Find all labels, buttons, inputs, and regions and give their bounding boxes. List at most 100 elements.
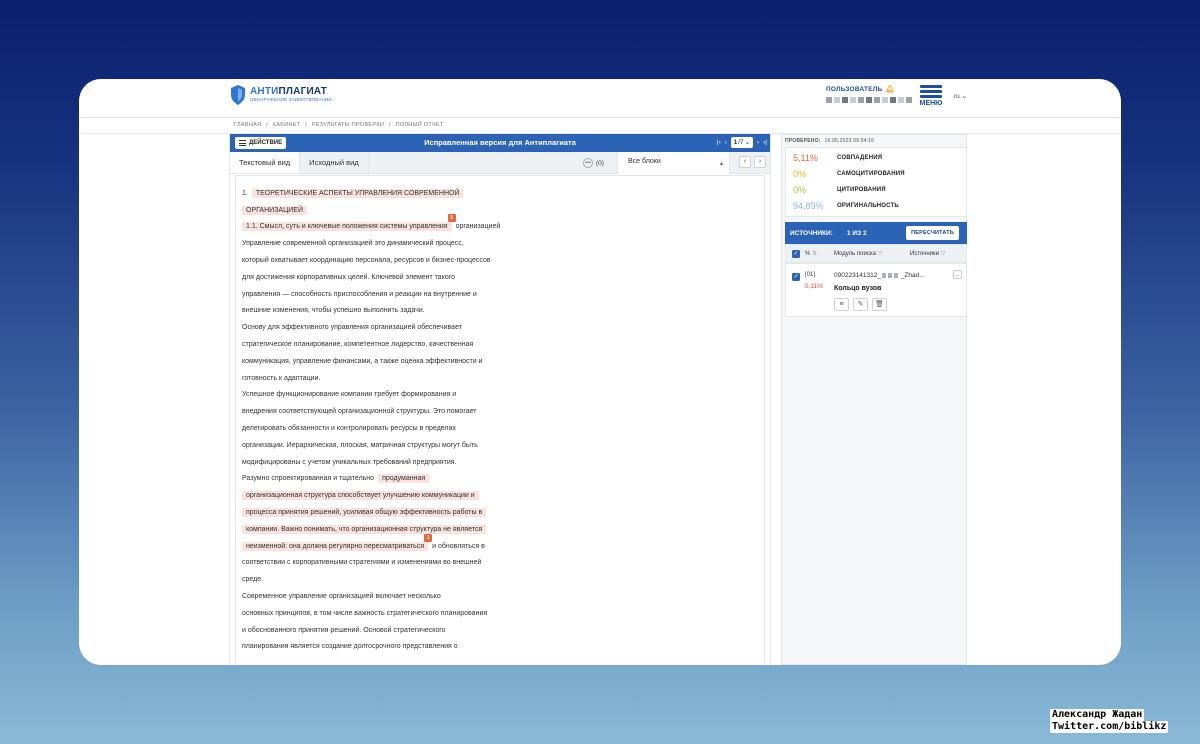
logo-text-b: ПЛАГИАТ [278, 86, 328, 98]
bell-icon[interactable]: 🔔︎ [885, 85, 894, 93]
col-sources[interactable]: Источники ▽ [910, 250, 945, 257]
hamburger-icon [919, 85, 943, 98]
plain-text: который охватывает координацию персонала… [242, 257, 491, 265]
first-page-icon[interactable]: |‹ [717, 139, 721, 146]
source-checkbox[interactable]: ✓ [792, 273, 800, 281]
stat-label: ОРИГИНАЛЬНОСТЬ [837, 203, 899, 209]
app-window: АНТИПЛАГИАТ ОБНАРУЖЕНИЕ ЗАИМСТВОВАНИЙ ПО… [79, 79, 1121, 665]
caret-up-icon: ▴ [719, 161, 723, 167]
col-percent-label: % [805, 251, 811, 257]
plain-text: планирования является создание долгосроч… [242, 643, 458, 651]
checked-label: ПРОВЕРЕНО: [785, 138, 821, 144]
next-page-icon[interactable]: › [757, 139, 759, 146]
tab-label: Текстовый вид [239, 158, 291, 167]
view-document-icon[interactable]: ≡ [834, 298, 849, 311]
page-navigator: |‹ ‹ 1/7 ⌄ › ›| [717, 137, 767, 148]
stat-matches: 5,11% СОВПАДЕНИЯ [793, 153, 882, 163]
last-page-icon[interactable]: ›| [763, 139, 767, 146]
highlighted-match[interactable]: компании. Важно понимать, что организаци… [242, 524, 487, 534]
document-toolbar: ДЕЙСТВИЕ Исправленная версия для Антипла… [230, 134, 770, 152]
breadcrumb-results[interactable]: РЕЗУЛЬТАТЫ ПРОВЕРКИ [312, 122, 384, 128]
source-marker[interactable]: 1 [447, 214, 456, 223]
blocks-value: Все блоки [628, 158, 661, 165]
highlighted-match[interactable]: неизменной: она должна регулярно пересма… [242, 533, 433, 551]
document-line: для достижения корпоративных целей. Ключ… [242, 269, 500, 286]
highlighted-match[interactable]: продуманная [378, 474, 430, 484]
delete-icon[interactable]: 🗑︎ [872, 298, 887, 311]
stat-label: САМОЦИТИРОВАНИЯ [837, 171, 905, 177]
col-module[interactable]: Модуль поиска ▽ [834, 250, 882, 257]
source-row[interactable]: ✓ [01] 5,11% 090223141312_ _Zhad... Коль… [785, 263, 967, 317]
source-percent: 5,11% [805, 283, 823, 290]
stat-citation: 0% ЦИТИРОВАНИЯ [793, 185, 886, 195]
plain-text: стратегическое планирование, компетентно… [242, 341, 474, 349]
match-text: компании. Важно понимать, что организаци… [246, 525, 483, 533]
menu-label: МЕНЮ [919, 99, 943, 107]
highlighted-match[interactable]: ОРГАНИЗАЦИЕЙ [242, 205, 307, 215]
document-line: управления — способность приспособления … [242, 286, 500, 303]
document-text: 1. ТЕОРЕТИЧЕСКИЕ АСПЕКТЫ УПРАВЛЕНИЯ СОВРЕ… [235, 175, 765, 665]
plain-text: и обоснованного принятия решений. Осново… [242, 626, 446, 634]
highlighted-match[interactable]: ТЕОРЕТИЧЕСКИЕ АСПЕКТЫ УПРАВЛЕНИЯ СОВРЕМЕ… [251, 188, 464, 198]
chevron-down-icon: ⌄ [744, 140, 750, 146]
breadcrumb-separator: / [266, 122, 268, 128]
logo[interactable]: АНТИПЛАГИАТ ОБНАРУЖЕНИЕ ЗАИМСТВОВАНИЙ [231, 85, 332, 105]
document-lines: 1. ТЕОРЕТИЧЕСКИЕ АСПЕКТЫ УПРАВЛЕНИЯ СОВРЕ… [242, 185, 500, 655]
source-name[interactable]: 090223141312_ _Zhad... [834, 272, 925, 279]
comment-icon: ••• [583, 158, 593, 168]
edit-icon[interactable]: ✎ [853, 298, 868, 311]
user-menu[interactable]: ПОЛЬЗОВАТЕЛЬ 🔔︎ [826, 85, 912, 103]
prev-page-icon[interactable]: ‹ [725, 139, 727, 146]
divider [79, 117, 1121, 118]
match-text: продуманная [382, 475, 426, 483]
next-match-icon[interactable]: › [754, 156, 766, 168]
source-prefix: 090223141312_ [834, 272, 881, 279]
match-text: ТЕОРЕТИЧЕСКИЕ АСПЕКТЫ УПРАВЛЕНИЯ СОВРЕМЕ… [255, 189, 460, 197]
col-sources-label: Источники [910, 251, 939, 257]
document-line: внедрения соответствующей организационно… [242, 403, 500, 420]
col-percent[interactable]: % ⇅ [805, 250, 817, 257]
page-select[interactable]: 1/7 ⌄ [730, 137, 753, 148]
comments-button[interactable]: ••• (0) [583, 158, 604, 168]
shield-logo-icon [231, 85, 245, 105]
plain-text: внедрения соответствующей организационно… [242, 408, 477, 416]
highlighted-match[interactable]: 1.1. Смысл, суть и ключевые положения си… [242, 214, 456, 232]
document-line: соответствии с корпоративными стратегиям… [242, 555, 500, 572]
logo-text-a: АНТИ [250, 86, 279, 98]
prev-match-icon[interactable]: ‹ [739, 156, 751, 168]
tab-source-view[interactable]: Исходный вид [300, 152, 369, 173]
report-panel: ПРОВЕРЕНО: 16.05.2023 09:54:16 5,11% СОВПА… [781, 134, 967, 665]
highlighted-match[interactable]: процесса принятия решений, усиливая общу… [242, 508, 487, 518]
plain-text: Управление современной организацией это … [242, 240, 464, 248]
checked-date: 16.05.2023 09:54:16 [824, 138, 875, 144]
stat-label: ЦИТИРОВАНИЯ [837, 187, 886, 193]
document-line: Основу для эффективного управления орган… [242, 319, 500, 336]
recalculate-button[interactable]: ПЕРЕСЧИТАТЬ [906, 226, 959, 240]
source-marker[interactable]: 1 [424, 533, 433, 542]
highlighted-match[interactable]: организационная структура способствует у… [242, 491, 479, 501]
document-title: Исправленная версия для Антиплагиата [424, 138, 576, 147]
plain-text: соответствии с корпоративными стратегиям… [242, 559, 482, 567]
language-select[interactable]: ru ⌄ [954, 92, 967, 100]
plain-text: 1. [242, 189, 248, 197]
stat-label: СОВПАДЕНИЯ [837, 155, 883, 161]
plain-text: Современное управление организацией вклю… [242, 593, 441, 601]
chevron-down-icon[interactable]: ⌄ [953, 270, 962, 279]
blocks-dropdown[interactable]: Все блоки ▴ [617, 152, 730, 174]
breadcrumb-full-report: ПОЛНЫЙ ОТЧЕТ [395, 122, 444, 128]
breadcrumb-home[interactable]: ГЛАВНАЯ [234, 122, 261, 128]
document-line: 1.1. Смысл, суть и ключевые положения си… [242, 214, 501, 236]
document-line: организационная структура способствует у… [242, 487, 500, 504]
plain-text: делегировать обязанности и контролироват… [242, 425, 456, 433]
select-all-checkbox[interactable]: ✓ [792, 250, 800, 258]
breadcrumb-cabinet[interactable]: КАБИНЕТ [273, 122, 301, 128]
tab-text-view[interactable]: Текстовый вид [230, 152, 301, 173]
plain-text: организацией [455, 223, 501, 231]
menu-button[interactable]: МЕНЮ [919, 85, 943, 107]
site-header: АНТИПЛАГИАТ ОБНАРУЖЕНИЕ ЗАИМСТВОВАНИЙ ПО… [79, 79, 1121, 117]
filter-icon: ▽ [940, 251, 946, 257]
filter-icon: ▽ [877, 251, 883, 257]
document-line: внешние изменения, чтобы успешно выполни… [242, 303, 500, 320]
plain-text: Основу для эффективного управления орган… [242, 324, 462, 332]
document-line: который охватывает координацию персонала… [242, 252, 500, 269]
